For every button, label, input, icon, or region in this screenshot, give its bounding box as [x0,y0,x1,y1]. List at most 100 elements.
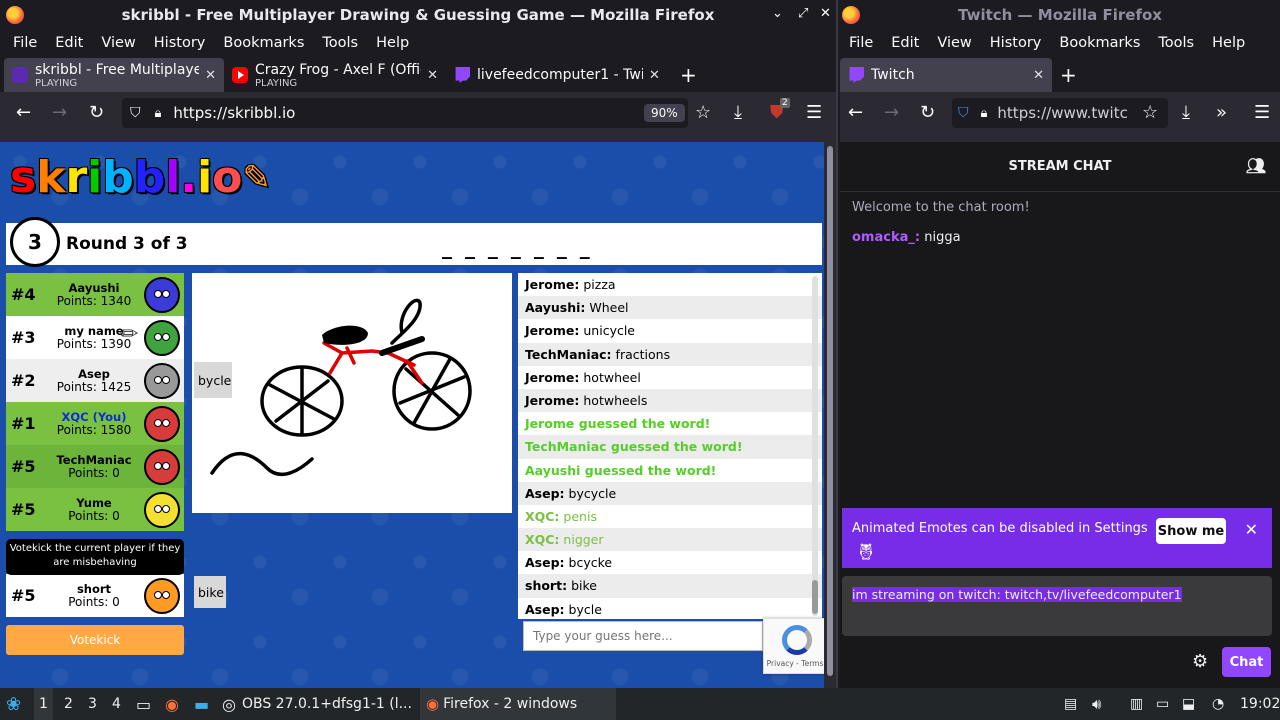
hamburger-menu-icon[interactable]: ☰ [1254,102,1270,124]
tab-title: skribbl - Free Multiplayer [35,61,200,78]
player-row[interactable]: #3 my name Points: 1390 ✏ [6,316,184,359]
downloads-icon[interactable]: ⤓ [734,102,742,124]
menu-bar: File Edit View History Bookmarks Tools H… [840,30,1280,56]
chat-settings-icon[interactable]: ⚙ [1192,651,1208,672]
menu-help[interactable]: Help [367,35,418,51]
player-row[interactable]: #5 TechManiac Points: 0 [6,445,184,488]
skribbl-logo: skribbl.io ✎ [10,152,271,208]
player-points: Points: 0 [68,465,120,480]
zoom-badge[interactable]: 90% [644,104,685,122]
workspace-1[interactable]: 1 [34,688,53,720]
menu-bookmarks[interactable]: Bookmarks [214,35,313,51]
menu-view[interactable]: View [928,35,980,51]
chat-username[interactable]: omacka_: [852,230,920,245]
reload-icon[interactable]: ↻ [920,102,935,124]
menu-view[interactable]: View [92,35,144,51]
url-bar[interactable]: ⛉ 🔒︎ https://www.twitc [952,98,1168,128]
shield-icon[interactable]: ⛉ [130,105,141,121]
volume-icon[interactable]: 🔊︎ [1092,688,1101,720]
clock[interactable]: 19:02 [1240,688,1280,720]
chat-input-text[interactable]: im streaming on twitch: twitch,tv/livefe… [852,587,1182,602]
taskbar-obs[interactable]: ◎ OBS 27.0.1+dfsg1-1 (l... [222,688,418,720]
menu-tools[interactable]: Tools [1149,35,1203,51]
close-banner-icon[interactable]: ✕ [1245,520,1258,539]
display-icon[interactable]: ▭ [1156,688,1169,720]
updates-icon[interactable]: ⬓ [1182,688,1195,720]
avatar [144,405,180,442]
votekick-button[interactable]: Votekick [6,625,184,655]
users-icon[interactable]: 👥︎ [1246,156,1266,175]
ublock-badge: 2 [780,98,790,108]
player-row[interactable]: #2 Asep Points: 1425 [6,359,184,402]
chat-input[interactable]: im streaming on twitch: twitch,tv/livefe… [842,576,1272,636]
minimize-icon[interactable]: ⌄ [772,6,783,21]
close-tab-icon[interactable]: ✕ [1033,68,1044,83]
file-manager-icon[interactable]: ▬ [194,688,209,720]
notes-icon[interactable]: ▥ [1130,688,1143,720]
tab-twitch[interactable]: livefeedcomputer1 - Twit ✕ [446,58,672,92]
drawing-canvas[interactable] [192,273,512,513]
player-row[interactable]: #5 short Points: 0 [6,574,184,617]
menu-history[interactable]: History [981,35,1051,51]
player-row[interactable]: #1 XQC (You) Points: 1580 [6,402,184,445]
menu-edit[interactable]: Edit [46,35,92,51]
show-desktop-icon[interactable]: ▭ [136,688,151,720]
url-text[interactable]: https://skribbl.io [173,104,295,122]
taskbar-firefox[interactable]: ◉ Firefox - 2 windows [420,688,616,720]
recaptcha-icon [782,625,812,655]
close-tab-icon[interactable]: ✕ [205,68,216,83]
tab-skribbl[interactable]: skribbl - Free Multiplayer PLAYING ✕ [4,58,224,92]
back-icon[interactable]: ← [16,102,31,124]
recaptcha-links[interactable]: Privacy - Terms [767,659,824,668]
url-bar[interactable]: ⛉ 🔒︎ https://skribbl.io 90% [122,98,688,128]
lock-icon[interactable]: 🔒︎ [155,106,162,121]
workspace-4[interactable]: 4 [112,688,121,720]
overflow-menu-icon[interactable]: » [1216,102,1227,124]
firefox-launcher-icon[interactable]: ◉ [165,688,179,720]
back-icon[interactable]: ← [848,102,863,124]
menu-edit[interactable]: Edit [882,35,928,51]
menu-bookmarks[interactable]: Bookmarks [1050,35,1149,51]
page-scrollbar[interactable] [824,142,836,688]
start-menu-icon[interactable]: ❀ [6,688,21,720]
workspace-2[interactable]: 2 [64,688,73,720]
guess-bubble-short: bike [194,576,226,608]
reload-icon[interactable]: ↻ [89,102,104,124]
bookmark-star-icon[interactable]: ☆ [695,102,711,124]
menu-file[interactable]: File [4,35,46,51]
menu-history[interactable]: History [145,35,215,51]
menu-help[interactable]: Help [1203,35,1254,51]
network-icon[interactable]: ◔ [1212,688,1224,720]
guess-input[interactable]: Type your guess here... [523,621,763,651]
downloads-icon[interactable]: ⤓ [1182,102,1190,124]
tab-title: Twitch [871,67,915,83]
avatar [144,577,180,614]
menu-tools[interactable]: Tools [313,35,367,51]
menu-file[interactable]: File [840,35,882,51]
new-tab-button[interactable]: + [672,58,712,92]
url-text[interactable]: https://www.twitc [997,104,1127,122]
close-window-icon[interactable]: ✕ [820,6,831,21]
hamburger-menu-icon[interactable]: ☰ [806,102,822,124]
chat-scrollbar[interactable] [812,276,818,616]
player-rank: #4 [11,285,36,304]
workspace-3[interactable]: 3 [88,688,97,720]
new-tab-button[interactable]: + [1052,58,1092,92]
chat-message: TechManiac: fractions [518,342,822,366]
show-me-button[interactable]: Show me [1156,518,1226,544]
chat-send-button[interactable]: Chat [1222,647,1271,677]
shield-icon[interactable]: ⛉ [958,105,969,121]
close-tab-icon[interactable]: ✕ [649,68,660,83]
bookmark-star-icon[interactable]: ☆ [1142,102,1158,124]
tray-clipboard-icon[interactable]: ▤ [1064,688,1077,720]
player-row[interactable]: #5 Yume Points: 0 [6,488,184,531]
player-row[interactable]: #4 Aayushi Points: 1340 [6,273,184,316]
close-tab-icon[interactable]: ✕ [427,68,438,83]
maximize-icon[interactable]: ⤢ [798,6,808,21]
forward-icon[interactable]: → [884,102,899,124]
recaptcha-badge[interactable]: Privacy - Terms [763,618,826,674]
forward-icon[interactable]: → [52,102,67,124]
tab-twitch[interactable]: Twitch ✕ [840,58,1052,92]
tab-crazy-frog[interactable]: Crazy Frog - Axel F (Offic PLAYING ✕ [224,58,446,92]
lock-icon[interactable]: 🔒︎ [981,106,988,121]
